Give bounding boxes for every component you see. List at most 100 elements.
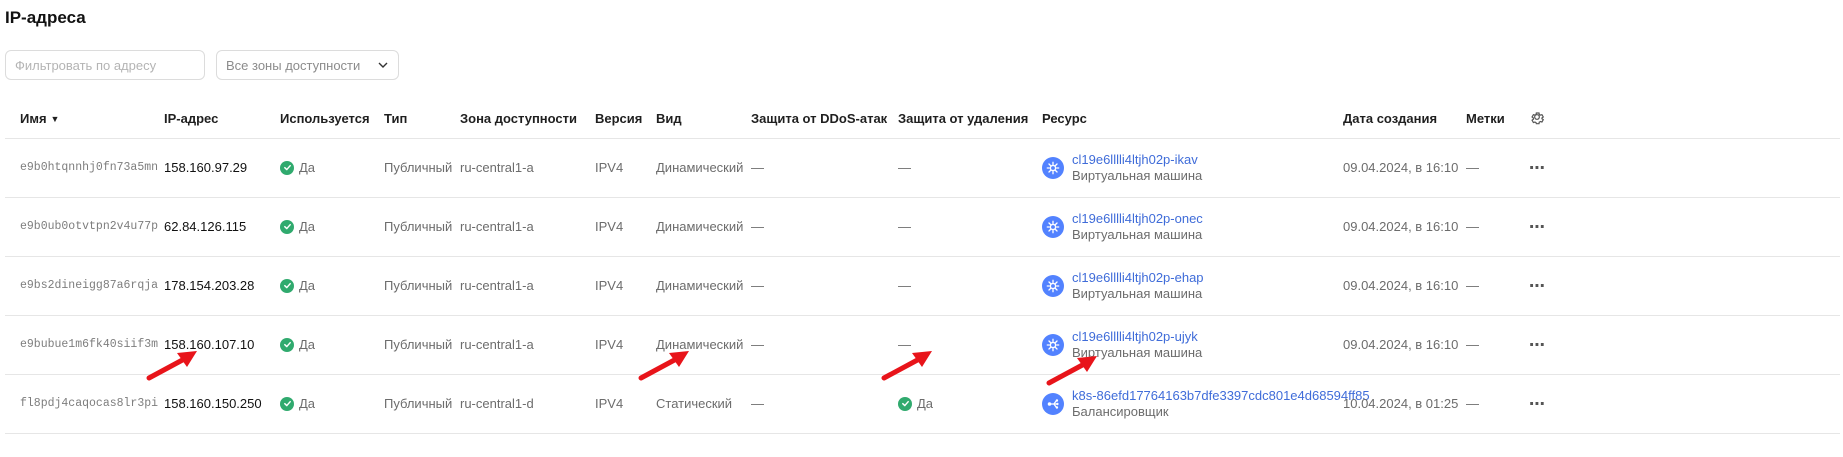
resource-link[interactable]: cl19e6lllli4ltjh02p-onec: [1072, 211, 1203, 227]
column-header-name[interactable]: Имя ▼: [5, 100, 149, 139]
address-kind: Динамический: [641, 138, 743, 198]
used-value: Да: [299, 396, 316, 411]
more-actions-icon[interactable]: ⋯: [1529, 219, 1546, 236]
resource-link[interactable]: k8s-86efd17764163b7dfe3397cdc801e4d68594…: [1072, 388, 1370, 404]
labels-value: —: [1451, 197, 1514, 257]
availability-zone: ru-central1-a: [445, 256, 580, 316]
ip-address: 158.160.150.250: [149, 374, 265, 434]
deletion-protection-cell: —: [883, 197, 1027, 257]
check-circle-icon: [280, 278, 294, 293]
column-header-used[interactable]: Используется: [265, 100, 370, 139]
check-circle-icon: [280, 219, 294, 234]
labels-value: —: [1451, 315, 1514, 375]
labels-value: —: [1451, 138, 1514, 198]
address-type: Публичный: [369, 374, 452, 434]
column-header-kind[interactable]: Вид: [641, 100, 736, 139]
column-header-ddos[interactable]: Защита от DDoS-атак: [736, 100, 887, 139]
availability-zone: ru-central1-a: [445, 197, 580, 257]
resource-link[interactable]: cl19e6lllli4ltjh02p-ehap: [1072, 270, 1204, 286]
used-cell: Да: [265, 256, 369, 316]
more-actions-icon[interactable]: ⋯: [1529, 337, 1546, 354]
filter-by-address-input[interactable]: [5, 50, 205, 80]
resource-cell: cl19e6lllli4ltjh02p-ikav Виртуальная маш…: [1027, 138, 1328, 198]
deletion-protection-value: —: [898, 160, 911, 175]
resource-type: Виртуальная машина: [1072, 226, 1203, 242]
sort-desc-icon: ▼: [50, 114, 60, 125]
used-value: Да: [299, 219, 316, 234]
deletion-protection-cell: Да: [883, 374, 1027, 434]
actions-cell: ⋯: [1514, 256, 1840, 316]
column-header-ip[interactable]: IP-адрес: [149, 100, 265, 139]
address-id: e9bubue1m6fk40siif3m: [5, 315, 158, 375]
used-value: Да: [299, 337, 316, 352]
ip-version: IPV4: [580, 138, 641, 198]
column-settings: [1514, 100, 1840, 139]
resource-cell: k8s-86efd17764163b7dfe3397cdc801e4d68594…: [1027, 374, 1370, 434]
ddos-protection-value: —: [736, 374, 883, 434]
table-row[interactable]: fl8pdj4caqocas8lr3pi 158.160.150.250 Да …: [5, 374, 1840, 434]
labels-value: —: [1451, 374, 1514, 434]
resource-type: Виртуальная машина: [1072, 285, 1203, 301]
virtual-machine-icon: [1042, 333, 1064, 356]
check-circle-icon: [898, 396, 912, 411]
column-header-zone[interactable]: Зона доступности: [445, 100, 580, 139]
availability-zone: ru-central1-a: [445, 315, 580, 375]
deletion-protection-cell: —: [883, 138, 1027, 198]
more-actions-icon[interactable]: ⋯: [1529, 160, 1546, 177]
load-balancer-icon: [1042, 392, 1064, 415]
virtual-machine-icon: [1042, 274, 1064, 297]
ip-version: IPV4: [580, 197, 641, 257]
resource-link[interactable]: cl19e6lllli4ltjh02p-ujyk: [1072, 329, 1202, 345]
column-header-created[interactable]: Дата создания: [1328, 100, 1451, 139]
availability-zone-select[interactable]: Все зоны доступности: [216, 50, 399, 80]
check-circle-icon: [280, 160, 294, 175]
ip-address: 178.154.203.28: [149, 256, 265, 316]
ddos-protection-value: —: [736, 256, 883, 316]
actions-cell: ⋯: [1514, 197, 1840, 257]
actions-cell: ⋯: [1514, 374, 1840, 434]
used-value: Да: [299, 160, 316, 175]
used-cell: Да: [265, 374, 369, 434]
column-header-version[interactable]: Версия: [580, 100, 642, 139]
address-kind: Статический: [641, 374, 736, 434]
creation-date: 09.04.2024, в 16:10: [1328, 138, 1458, 198]
ip-version: IPV4: [580, 315, 641, 375]
column-header-deletion-protection[interactable]: Защита от удаления: [883, 100, 1028, 139]
address-id: e9b0htqnnhj0fn73a5mn: [5, 138, 158, 198]
resource-cell: cl19e6lllli4ltjh02p-ujyk Виртуальная маш…: [1027, 315, 1328, 375]
virtual-machine-icon: [1042, 215, 1064, 238]
table-header-row: Имя ▼ IP-адрес Используется Тип Зона дост…: [5, 100, 1840, 139]
actions-cell: ⋯: [1514, 315, 1840, 375]
more-actions-icon[interactable]: ⋯: [1529, 278, 1546, 295]
table-row[interactable]: e9b0htqnnhj0fn73a5mn 158.160.97.29 Да Пу…: [5, 138, 1840, 198]
address-type: Публичный: [369, 315, 452, 375]
column-header-type[interactable]: Тип: [369, 100, 445, 139]
table-row[interactable]: e9bs2dineigg87a6rqja 178.154.203.28 Да П…: [5, 256, 1840, 316]
ip-address: 158.160.107.10: [149, 315, 265, 375]
deletion-protection-status: Да: [898, 396, 933, 411]
column-header-labels[interactable]: Метки: [1451, 100, 1514, 139]
used-cell: Да: [265, 315, 369, 375]
deletion-protection-cell: —: [883, 315, 1027, 375]
table-row[interactable]: e9bubue1m6fk40siif3m 158.160.107.10 Да П…: [5, 315, 1840, 375]
resource-link[interactable]: cl19e6lllli4ltjh02p-ikav: [1072, 152, 1202, 168]
ddos-protection-value: —: [736, 138, 883, 198]
more-actions-icon[interactable]: ⋯: [1529, 396, 1546, 413]
resource-type: Виртуальная машина: [1072, 344, 1203, 360]
gear-icon[interactable]: [1529, 109, 1545, 125]
address-type: Публичный: [369, 138, 452, 198]
address-kind: Динамический: [641, 315, 743, 375]
resource-type: Балансировщик: [1072, 403, 1169, 419]
column-header-resource[interactable]: Ресурс: [1027, 100, 1328, 139]
used-cell: Да: [265, 138, 369, 198]
ip-addresses-table: Имя ▼ IP-адрес Используется Тип Зона дост…: [5, 100, 1840, 434]
check-circle-icon: [280, 396, 294, 411]
availability-zone-select-label: Все зоны доступности: [226, 57, 361, 73]
virtual-machine-icon: [1042, 156, 1064, 179]
ip-version: IPV4: [580, 256, 641, 316]
address-type: Публичный: [369, 256, 452, 316]
table-row[interactable]: e9b0ub0otvtpn2v4u77p 62.84.126.115 Да Пу…: [5, 197, 1840, 257]
ddos-protection-value: —: [736, 315, 883, 375]
creation-date: 09.04.2024, в 16:10: [1328, 315, 1458, 375]
deletion-protection-value: —: [898, 337, 911, 352]
